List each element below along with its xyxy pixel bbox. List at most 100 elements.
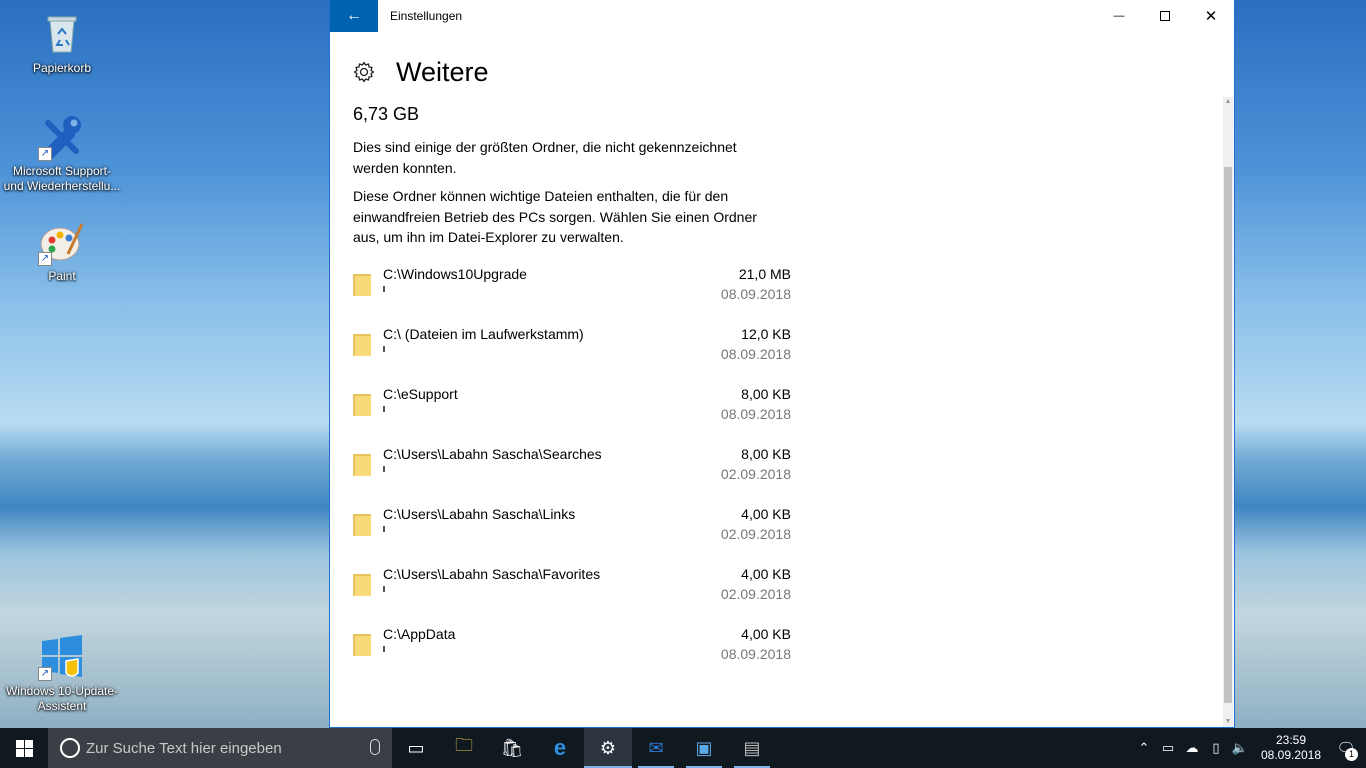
minimize-button[interactable]: — [1096, 0, 1142, 32]
desktop-icon-label: Microsoft Support- und Wiederherstellu..… [3, 164, 121, 193]
chevron-up-icon[interactable]: ⌃ [1132, 740, 1156, 756]
total-size: 6,73 GB [353, 104, 420, 124]
folder-list: C:\Windows10Upgrade 21,0 MB 08.09.2018 C:\ … [353, 266, 791, 686]
folder-icon [353, 572, 371, 596]
windows-update-icon: ↗ [38, 633, 86, 681]
folder-icon [353, 332, 371, 356]
taskbar-apps: ▭ 🗀 🛍 e ⚙ ✉ ▣ ▤ [392, 728, 776, 768]
clock[interactable]: 23:59 08.09.2018 [1256, 733, 1326, 763]
description-text: Diese Ordner können wichtige Dateien ent… [353, 188, 757, 245]
folder-row[interactable]: C:\Users\Labahn Sascha\Links 4,00 KB 02.09… [353, 506, 791, 566]
page-header: Weitere [353, 32, 1193, 112]
usage-bar [383, 585, 385, 592]
volume-icon[interactable]: 🔈 [1228, 740, 1252, 756]
folder-row[interactable]: C:\ (Dateien im Laufwerkstamm) 12,0 KB 08.… [353, 326, 791, 386]
control-panel-icon: ▣ [695, 737, 713, 758]
search-box[interactable]: Zur Suche Text hier eingeben [48, 728, 392, 768]
folder-path: C:\eSupport [383, 385, 458, 402]
usage-bar [383, 405, 385, 412]
taskbar-button-settings[interactable]: ⚙ [584, 728, 632, 768]
folder-row[interactable]: C:\Windows10Upgrade 21,0 MB 08.09.2018 [353, 266, 791, 326]
maximize-button[interactable] [1142, 0, 1188, 32]
taskbar-button-control-panel[interactable]: ▣ [680, 728, 728, 768]
close-button[interactable]: ✕ [1188, 0, 1234, 32]
clock-time: 23:59 [1275, 733, 1307, 747]
recycle-bin-icon [38, 10, 86, 58]
scroll-down-icon[interactable]: ▼ [1223, 717, 1233, 727]
maximize-icon [1160, 11, 1170, 21]
network-icon[interactable]: ▯ [1204, 740, 1228, 756]
folder-date: 08.09.2018 [720, 285, 791, 302]
taskbar-button-installer[interactable]: ▤ [728, 728, 776, 768]
folder-info: C:\eSupport 8,00 KB 08.09.2018 [383, 386, 791, 446]
folder-icon [353, 632, 371, 656]
microphone-icon[interactable] [370, 739, 380, 755]
outlook-icon: ✉ [648, 737, 664, 758]
taskbar-button-edge[interactable]: e [536, 728, 584, 768]
taskbar: Zur Suche Text hier eingeben ▭ 🗀 🛍 e ⚙ ✉ ▣ ▤ ⌃ … [0, 728, 1366, 768]
folder-size: 12,0 KB [741, 325, 791, 342]
folder-icon [353, 452, 371, 476]
back-arrow-icon: ← [346, 7, 362, 24]
desktop-icon-ms-support[interactable]: ↗ Microsoft Support- und Wiederherstellu… [2, 113, 122, 194]
desktop-icon-label: Paint [48, 269, 76, 283]
usage-bar [383, 345, 385, 352]
onedrive-icon[interactable]: ☁ [1180, 740, 1204, 756]
folder-row[interactable]: C:\Users\Labahn Sascha\Favorites 4,00 KB 0… [353, 566, 791, 626]
folder-info: C:\Windows10Upgrade 21,0 MB 08.09.2018 [383, 266, 791, 326]
notification-badge: 1 [1345, 748, 1358, 761]
folder-path: C:\Users\Labahn Sascha\Favorites [383, 565, 601, 582]
folder-info: C:\AppData 4,00 KB 08.09.2018 [383, 626, 791, 686]
page-content: Weitere 6,73 GB Dies sind einige der grö… [353, 32, 1193, 686]
folder-size: 4,00 KB [741, 625, 791, 642]
scroll-up-icon[interactable]: ▲ [1223, 97, 1233, 107]
folder-date: 08.09.2018 [720, 645, 791, 662]
scroll-thumb[interactable] [1224, 167, 1232, 703]
clock-date: 08.09.2018 [1260, 748, 1322, 762]
folder-path: C:\Users\Labahn Sascha\Searches [383, 445, 602, 462]
folder-path: C:\ (Dateien im Laufwerkstamm) [383, 325, 584, 342]
scrollbar[interactable]: ▲ ▼ [1223, 97, 1233, 727]
folder-path: C:\AppData [383, 625, 456, 642]
folder-date: 08.09.2018 [720, 345, 791, 362]
title-bar: ← Einstellungen — ✕ [330, 0, 1234, 32]
shortcut-arrow-icon: ↗ [38, 147, 52, 161]
close-icon: ✕ [1204, 8, 1218, 25]
windows-logo-icon [15, 739, 33, 757]
desktop-icon-paint[interactable]: ↗ Paint [2, 218, 122, 284]
folder-size: 4,00 KB [741, 565, 791, 582]
folder-size: 21,0 MB [738, 265, 791, 282]
minimize-icon: — [1113, 10, 1125, 22]
folder-icon [353, 272, 371, 296]
taskbar-button-file-explorer[interactable]: 🗀 [440, 728, 488, 768]
usage-bar [383, 285, 385, 292]
tools-icon: ↗ [38, 113, 86, 161]
folder-row[interactable]: C:\AppData 4,00 KB 08.09.2018 [353, 626, 791, 686]
file-explorer-icon: 🗀 [455, 735, 473, 755]
desktop-icon-windows-update[interactable]: ↗ Windows 10-Update-Assistent [2, 633, 122, 714]
folder-icon [353, 392, 371, 416]
desktop-icon-recycle-bin[interactable]: Papierkorb [2, 10, 122, 76]
battery-icon[interactable]: ▭ [1156, 740, 1180, 756]
folder-row[interactable]: C:\eSupport 8,00 KB 08.09.2018 [353, 386, 791, 446]
desktop-icon-label: Windows 10-Update-Assistent [5, 684, 119, 713]
edge-icon: e [553, 735, 567, 760]
folder-size: 4,00 KB [741, 505, 791, 522]
folder-date: 02.09.2018 [720, 465, 791, 482]
taskbar-button-store[interactable]: 🛍 [488, 728, 536, 768]
paint-palette-icon: ↗ [38, 218, 86, 266]
settings-icon: ⚙ [599, 737, 617, 758]
folder-icon [353, 512, 371, 536]
taskbar-button-task-view[interactable]: ▭ [392, 728, 440, 768]
start-button[interactable] [0, 728, 48, 768]
folder-row[interactable]: C:\Users\Labahn Sascha\Searches 8,00 KB 02… [353, 446, 791, 506]
back-button[interactable]: ← [330, 0, 378, 32]
usage-bar [383, 645, 385, 652]
taskbar-button-outlook[interactable]: ✉ [632, 728, 680, 768]
folder-date: 02.09.2018 [720, 585, 791, 602]
action-center-button[interactable]: 🗨 1 [1326, 739, 1366, 761]
folder-path: C:\Users\Labahn Sascha\Links [383, 505, 576, 522]
system-tray: ⌃ ▭ ☁ ▯ 🔈 23:59 08.09.2018 🗨 1 [1132, 728, 1366, 768]
description-text: Dies sind einige der größten Ordner, die… [353, 139, 737, 176]
search-placeholder: Zur Suche Text hier eingeben [86, 739, 282, 757]
